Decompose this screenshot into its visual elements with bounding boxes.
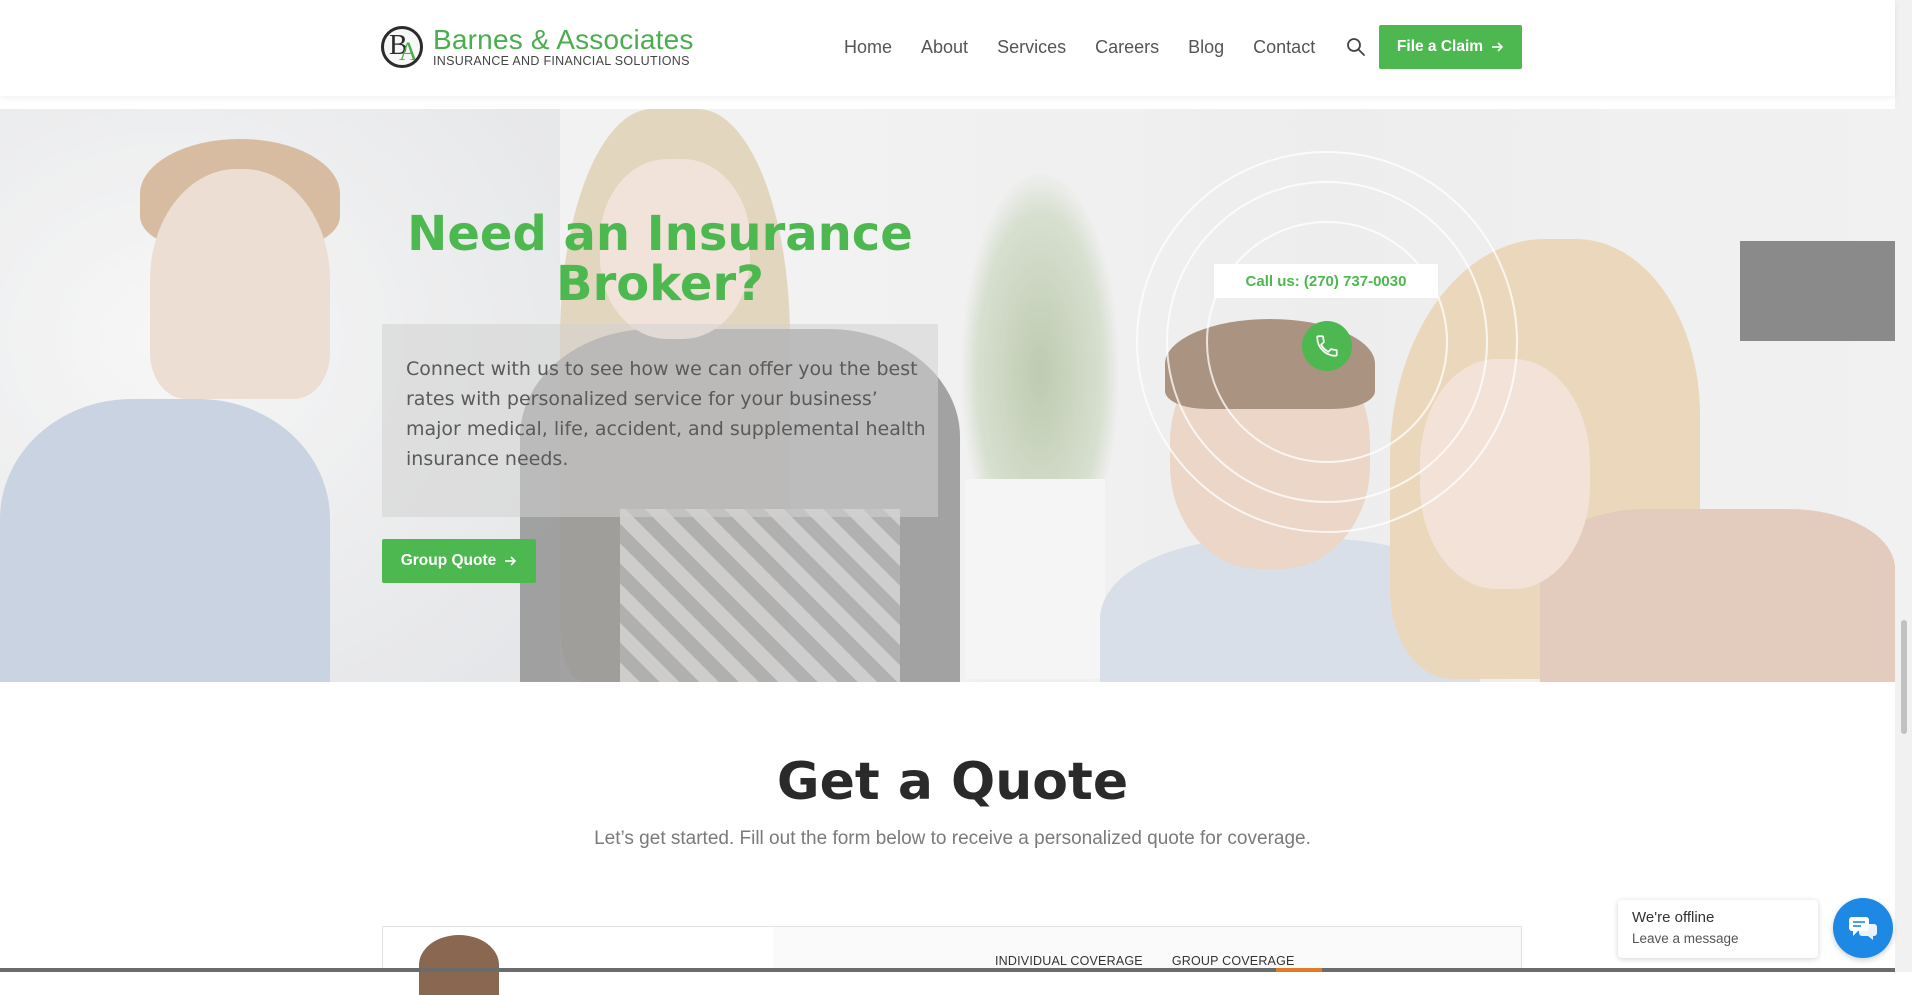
file-claim-label: File a Claim [1396, 38, 1484, 55]
bottom-accent [1276, 968, 1322, 972]
main-nav: Home About Services Careers Blog Contact [844, 36, 1366, 58]
chat-status: We're offline [1632, 909, 1715, 926]
chat-icon [1849, 917, 1877, 940]
hero-title: Need an Insurance Broker? [407, 206, 913, 312]
scrollbar-thumb[interactable] [1901, 620, 1907, 734]
nav-contact[interactable]: Contact [1253, 36, 1315, 58]
file-claim-button[interactable]: File a Claim [1379, 25, 1522, 69]
logo[interactable]: BA Barnes & Associates INSURANCE AND FIN… [381, 25, 694, 68]
site-header: BA Barnes & Associates INSURANCE AND FIN… [0, 0, 1895, 96]
quote-section-subtitle: Let’s get started. Fill out the form bel… [594, 828, 1311, 849]
chat-leave-message[interactable]: Leave a message [1632, 929, 1804, 949]
call-us-link[interactable]: Call us: (270) 737-0030 [1214, 264, 1438, 298]
hero-banner: Need an Insurance Broker? Connect with u… [0, 109, 1895, 682]
nav-careers[interactable]: Careers [1095, 36, 1159, 58]
logo-tagline: INSURANCE AND FINANCIAL SOLUTIONS [433, 54, 690, 68]
nav-home[interactable]: Home [844, 36, 892, 58]
scrollbar-track[interactable] [1895, 0, 1912, 972]
nav-blog[interactable]: Blog [1188, 36, 1224, 58]
nav-services[interactable]: Services [997, 36, 1066, 58]
nav-about[interactable]: About [921, 36, 968, 58]
arrow-right-icon [505, 556, 517, 566]
hero-description: Connect with us to see how we can offer … [406, 358, 926, 470]
bottom-divider [0, 968, 1912, 972]
logo-text: Barnes & Associates INSURANCE AND FINANC… [433, 24, 694, 69]
arrow-right-icon [1492, 42, 1504, 52]
tab-individual-coverage[interactable]: INDIVIDUAL COVERAGE [995, 954, 1143, 968]
group-quote-label: Group Quote [400, 552, 497, 569]
phone-icon [1316, 335, 1338, 357]
coverage-tabs: INDIVIDUAL COVERAGE GROUP COVERAGE [995, 954, 1324, 968]
chat-button[interactable] [1833, 898, 1893, 958]
group-quote-button[interactable]: Group Quote [382, 539, 536, 583]
phone-button[interactable] [1302, 321, 1352, 371]
form-photo [383, 927, 773, 995]
chat-offline-bubble[interactable]: We're offline Leave a message [1618, 900, 1818, 958]
quote-form-card: INDIVIDUAL COVERAGE GROUP COVERAGE [382, 926, 1522, 995]
logo-name: Barnes & Associates [433, 24, 694, 55]
quote-section-title: Get a Quote [776, 752, 1129, 812]
search-icon[interactable] [1346, 37, 1366, 57]
logo-mark-icon: BA [381, 25, 423, 68]
tab-group-coverage[interactable]: GROUP COVERAGE [1172, 954, 1295, 968]
hero-text-panel: Connect with us to see how we can offer … [382, 324, 938, 517]
